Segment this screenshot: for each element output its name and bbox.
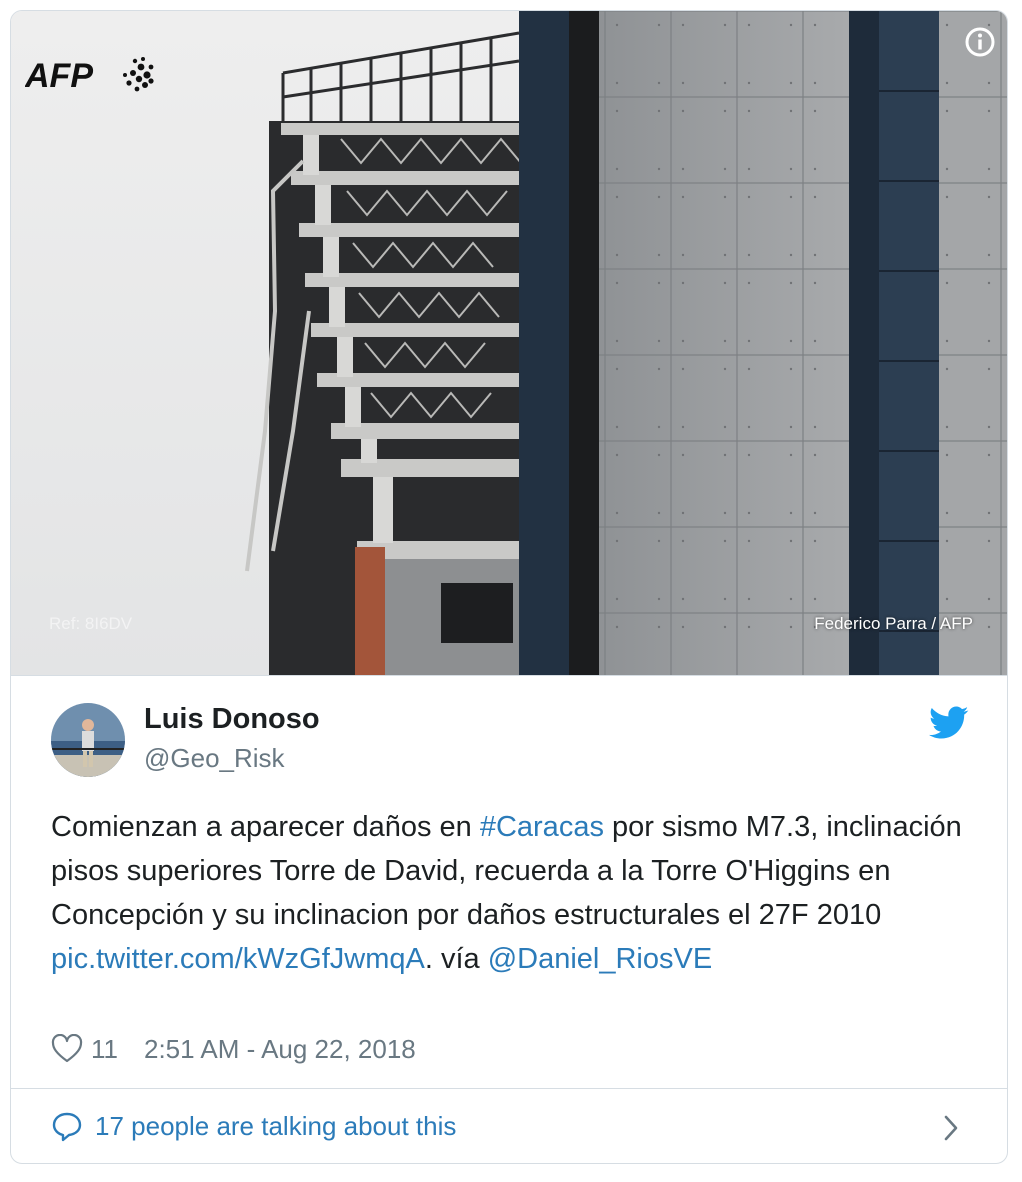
author-display-name[interactable]: Luis Donoso (144, 703, 320, 736)
tweet-text-part3: . vía (424, 943, 488, 975)
mention-link[interactable]: @Daniel_RiosVE (488, 943, 712, 975)
building-photo (11, 11, 1007, 675)
tweet-text: Comienzan a aparecer daños en #Caracas p… (51, 805, 971, 981)
author-handle[interactable]: @Geo_Risk (144, 743, 285, 774)
photo-divider (11, 675, 1007, 676)
tweet-meta: 11 2:51 AM - Aug 22, 2018 (51, 1033, 416, 1065)
pic-link[interactable]: pic.twitter.com/kWzGfJwmqA (51, 943, 425, 975)
info-icon[interactable] (963, 25, 997, 59)
chevron-right-icon (944, 1115, 958, 1141)
photo-ref-label: Ref: 8I6DV (49, 614, 133, 633)
talking-about-text: 17 people are talking about this (95, 1111, 457, 1141)
afp-logo: AFP (25, 57, 154, 95)
twitter-bird-icon[interactable] (929, 706, 969, 740)
hashtag-link[interactable]: #Caracas (480, 811, 604, 843)
heart-icon[interactable] (51, 1034, 83, 1064)
tweet-text-part1: Comienzan a aparecer daños en (51, 811, 480, 843)
embedded-tweet-card: AFP Ref: 8I6DV Federico Parra / AFP Luis… (10, 10, 1008, 1164)
tweet-timestamp[interactable]: 2:51 AM - Aug 22, 2018 (144, 1034, 416, 1065)
like-count[interactable]: 11 (91, 1034, 118, 1065)
conversation-link[interactable]: 17 people are talking about this (11, 1089, 1007, 1163)
photo-credit-label: Federico Parra / AFP (814, 614, 973, 633)
tweet-photo[interactable]: AFP Ref: 8I6DV Federico Parra / AFP (11, 11, 1007, 675)
svg-text:AFP: AFP (25, 57, 93, 95)
speech-bubble-icon (52, 1112, 82, 1142)
author-avatar[interactable] (51, 703, 125, 777)
